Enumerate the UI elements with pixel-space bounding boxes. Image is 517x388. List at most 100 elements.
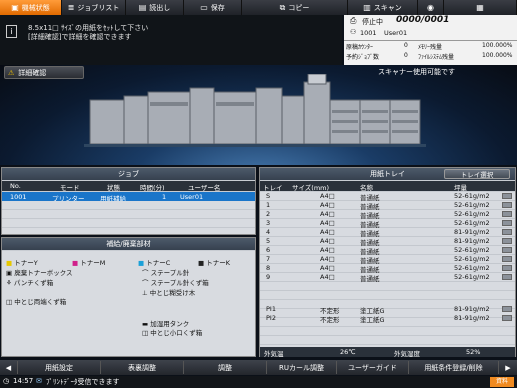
tray-row[interactable]: 1 A4□ 普通紙 52-61g/m2 bbox=[260, 201, 500, 211]
footer-badge[interactable]: 資料 bbox=[490, 377, 514, 387]
tray-row[interactable]: 2 A4□ 普通紙 52-61g/m2 bbox=[260, 210, 500, 220]
tray-weight: 52-61g/m2 bbox=[454, 264, 490, 272]
tray-detail-button[interactable] bbox=[502, 315, 512, 321]
tray-row[interactable]: 8 A4□ 普通紙 52-61g/m2 bbox=[260, 264, 500, 274]
clock-icon: ◷ bbox=[3, 377, 10, 385]
tray-tray: 7 bbox=[266, 255, 271, 263]
tray-row[interactable]: PI2 不定形 塗工紙G 81-91g/m2 bbox=[260, 314, 500, 324]
tab-copy[interactable]: ⧉ コピー bbox=[242, 0, 348, 15]
tray-row[interactable]: 4 A4□ 普通紙 81-91g/m2 bbox=[260, 228, 500, 238]
tray-row[interactable]: 3 A4□ 普通紙 52-61g/m2 bbox=[260, 219, 500, 229]
tray-tray: 1 bbox=[266, 201, 271, 209]
settings-tab[interactable]: ◉ bbox=[418, 0, 444, 15]
job-empty-rows bbox=[2, 201, 255, 234]
tray-detail-button[interactable] bbox=[502, 306, 512, 312]
job-panel-title: ジョブ bbox=[2, 168, 255, 180]
settings-icon: ◉ bbox=[427, 3, 434, 12]
supply-item: ⚘ パンチくず箱 bbox=[6, 279, 54, 287]
tray-detail-button[interactable] bbox=[502, 229, 512, 235]
outside-humidity-label: 外気湿度 bbox=[394, 350, 420, 358]
tray-weight: 52-61g/m2 bbox=[454, 219, 490, 227]
job-table-header: No. モード 状態 時間(分) ユーザー名 bbox=[2, 181, 255, 192]
tray-table-header: トレイ サイズ(mm) 名称 坪量 bbox=[260, 181, 515, 192]
tab-scan[interactable]: ▥ スキャン bbox=[348, 0, 418, 15]
top-tab-bar: ▣ 機械状態 ≣ ジョブリスト ▤ 読出し ▭ 保存 ⧉ コピー ▥ スキャン … bbox=[0, 0, 517, 15]
tray-row[interactable]: 6 A4□ 普通紙 52-61g/m2 bbox=[260, 246, 500, 256]
tab-machine-status[interactable]: ▣ 機械状態 bbox=[0, 0, 62, 15]
paper-setting-button[interactable]: 用紙設定 bbox=[18, 361, 101, 374]
extra-tab[interactable]: ▦ bbox=[444, 0, 517, 15]
tray-select-button[interactable]: トレイ選択 bbox=[444, 169, 510, 179]
scroll-right-button[interactable]: ▶ bbox=[499, 361, 517, 374]
user-id: 1001 bbox=[360, 29, 377, 37]
tab-save[interactable]: ▭ 保存 bbox=[184, 0, 242, 15]
tray-weight: 52-61g/m2 bbox=[454, 210, 490, 218]
toner-k-icon: ■ bbox=[198, 259, 205, 267]
bottom-button-bar: ◀ 用紙設定 表裏調整 調整 RUカール調整 ユーザーガイド 用紙条件登録/削除… bbox=[0, 360, 517, 375]
ru-curl-adjust-button[interactable]: RUカール調整 bbox=[267, 361, 337, 374]
tray-detail-button[interactable] bbox=[502, 247, 512, 253]
tray-detail-button[interactable] bbox=[502, 238, 512, 244]
tray-weight: 81-91g/m2 bbox=[454, 314, 490, 322]
front-back-adjust-button[interactable]: 表裏調整 bbox=[101, 361, 184, 374]
adjust-button[interactable]: 調整 bbox=[184, 361, 267, 374]
tray-tray: 4 bbox=[266, 228, 271, 236]
tray-detail-button[interactable] bbox=[502, 256, 512, 262]
outside-temp-value: 26℃ bbox=[340, 348, 356, 356]
tray-detail-button[interactable] bbox=[502, 211, 512, 217]
tray-weight: 81-91g/m2 bbox=[454, 237, 490, 245]
save-icon: ▭ bbox=[200, 3, 208, 12]
tray-detail-button[interactable] bbox=[502, 220, 512, 226]
tab-recall[interactable]: ▤ 読出し bbox=[126, 0, 184, 15]
status-row: 予約ｼﾞｮﾌﾞ数 0 ﾌｧｲﾙｼｽﾃﾑ残量 100.000% bbox=[346, 52, 513, 61]
footer-message: ﾌﾟﾘﾝﾄﾃﾞｰﾀ受信できます bbox=[46, 378, 120, 386]
paper-condition-register-button[interactable]: 用紙条件登録/削除 bbox=[409, 361, 499, 374]
scan-icon: ▥ bbox=[363, 3, 371, 12]
tray-row[interactable]: 7 A4□ 普通紙 52-61g/m2 bbox=[260, 255, 500, 265]
glue-icon: ⊥ bbox=[142, 289, 148, 297]
tray-weight: 52-61g/m2 bbox=[454, 246, 490, 254]
tray-row[interactable]: S A4□ 普通紙 52-61g/m2 bbox=[260, 192, 500, 202]
job-row[interactable]: 1001 プリンター 用紙補給 1 User01 bbox=[2, 192, 255, 203]
tray-row[interactable]: 5 A4□ 普通紙 81-91g/m2 bbox=[260, 237, 500, 247]
tab-job-list[interactable]: ≣ ジョブリスト bbox=[62, 0, 126, 15]
recall-icon: ▤ bbox=[138, 3, 147, 12]
tray-row[interactable]: PI1 不定形 塗工紙G 81-91g/m2 bbox=[260, 305, 500, 315]
tray-weight: 81-91g/m2 bbox=[454, 305, 490, 313]
supply-panel-title: 補給/廃棄部材 bbox=[2, 238, 255, 250]
outside-temp-label: 外気温 bbox=[264, 350, 284, 358]
menu-icon: ▦ bbox=[476, 3, 484, 12]
tray-weight: 52-61g/m2 bbox=[454, 201, 490, 209]
tray-row[interactable]: 9 A4□ 普通紙 52-61g/m2 bbox=[260, 273, 500, 283]
tray-tray: S bbox=[266, 192, 271, 200]
tray-tray: 6 bbox=[266, 246, 271, 254]
tray-tray: PI1 bbox=[266, 305, 276, 313]
scroll-left-button[interactable]: ◀ bbox=[0, 361, 18, 374]
detail-check-button[interactable]: ⚠ 詳細確認 bbox=[4, 66, 84, 79]
fore-edge-waste-icon: ◫ bbox=[142, 329, 149, 337]
tray-weight: 52-61g/m2 bbox=[454, 192, 490, 200]
supply-item: ▣ 廃棄トナーボックス bbox=[6, 269, 73, 277]
waste-toner-icon: ▣ bbox=[6, 269, 13, 277]
user-name: User01 bbox=[384, 29, 408, 37]
user-guide-button[interactable]: ユーザーガイド bbox=[337, 361, 409, 374]
tray-weight: 81-91g/m2 bbox=[454, 228, 490, 236]
network-icon: ✉ bbox=[36, 377, 42, 385]
supply-item: ■ トナーC bbox=[138, 259, 171, 267]
tray-detail-button[interactable] bbox=[502, 274, 512, 280]
clock-time: 14:57 bbox=[13, 377, 34, 385]
footer-bar: ◷ 14:57 ✉ ﾌﾟﾘﾝﾄﾃﾞｰﾀ受信できます 資料 bbox=[0, 376, 517, 388]
tray-size: 不定形 bbox=[320, 316, 340, 324]
tray-detail-button[interactable] bbox=[502, 193, 512, 199]
supply-item: ◫ 中とじ小口くず箱 bbox=[142, 329, 203, 337]
machine-illustration bbox=[84, 74, 426, 147]
tray-size: A4□ bbox=[320, 201, 335, 209]
tray-size: A4□ bbox=[320, 219, 335, 227]
tray-detail-button[interactable] bbox=[502, 265, 512, 271]
tray-name: 塗工紙G bbox=[360, 316, 385, 324]
supply-item: ■ トナーY bbox=[6, 259, 38, 267]
copy-icon: ⧉ bbox=[279, 2, 286, 12]
supply-item: ⊥ 中とじ糊受け木 bbox=[142, 289, 196, 297]
job-counter: 0000/0001 bbox=[396, 15, 450, 25]
tray-detail-button[interactable] bbox=[502, 202, 512, 208]
